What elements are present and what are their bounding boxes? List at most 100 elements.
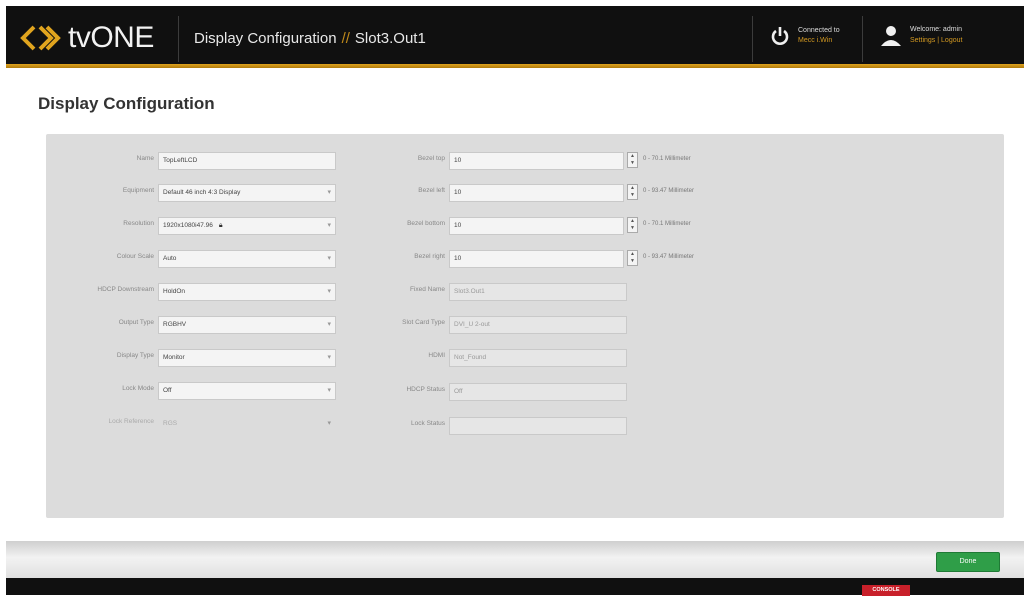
- output-type-row: Output Type RGBHV ▾: [119, 316, 336, 334]
- tvone-logo[interactable]: tvONE: [20, 18, 154, 58]
- chevron-down-icon: ▾: [327, 321, 331, 328]
- name-input[interactable]: TopLeftLCD: [158, 152, 336, 170]
- hdmi-row: HDMI Not_Found: [428, 349, 627, 367]
- colour-scale-select[interactable]: Auto ▾: [158, 250, 336, 268]
- bezel-right-stepper[interactable]: ▲ ▼: [627, 250, 638, 266]
- lock-reference-select: RGS ▾: [158, 415, 336, 433]
- connection-status[interactable]: Connected to Mecc i.Win: [770, 26, 840, 46]
- lock-reference-row: Lock Reference RGS ▾: [108, 415, 336, 433]
- bezel-right-range: 0 - 93.47 Millimeter: [643, 254, 695, 260]
- name-label: Name: [136, 155, 154, 162]
- colour-scale-value: Auto: [163, 255, 177, 262]
- lock-status-label: Lock Status: [411, 420, 445, 427]
- equipment-value: Default 46 inch 4:3 Display: [163, 189, 241, 196]
- equipment-label: Equipment: [122, 187, 154, 194]
- bezel-top-stepper[interactable]: ▲ ▼: [627, 152, 638, 168]
- bezel-left-label: Bezel left: [418, 187, 445, 194]
- configuration-form-panel: Name TopLeftLCD Equipment Default 46 inc…: [46, 134, 1004, 518]
- chevron-down-icon: ▾: [327, 288, 331, 295]
- user-icon: [881, 26, 901, 46]
- welcome-text: Welcome: admin: [910, 26, 963, 33]
- output-type-value: RGBHV: [163, 321, 187, 328]
- stepper-down-icon[interactable]: ▼: [630, 225, 635, 231]
- bezel-left-row: Bezel left 10 ▲ ▼ 0 - 93.47 Millimeter: [418, 184, 749, 202]
- lock-reference-label: Lock Reference: [108, 418, 154, 425]
- resolution-value: 1920x1080i47.96: [163, 222, 213, 229]
- hdcp-downstream-label: HDCP Downstream: [97, 286, 154, 293]
- power-icon: [771, 27, 789, 45]
- lock-mode-label: Lock Mode: [122, 385, 154, 392]
- lock-mode-row: Lock Mode Off ▾: [122, 382, 336, 400]
- bezel-bottom-stepper[interactable]: ▲ ▼: [627, 217, 638, 233]
- resolution-row: Resolution 1920x1080i47.96 🔒︎ ▾: [123, 217, 336, 235]
- stepper-down-icon[interactable]: ▼: [630, 160, 635, 166]
- stepper-down-icon[interactable]: ▼: [630, 192, 635, 198]
- chevron-down-icon: ▾: [327, 354, 331, 361]
- done-button[interactable]: Done: [936, 552, 1000, 572]
- link-separator: |: [937, 37, 940, 44]
- breadcrumb: Display Configuration//Slot3.Out1: [194, 30, 426, 47]
- name-row: Name TopLeftLCD: [137, 152, 336, 170]
- page-title: Display Configuration: [38, 94, 215, 113]
- console-button[interactable]: CONSOLE: [862, 585, 910, 596]
- display-type-select[interactable]: Monitor ▾: [158, 349, 336, 367]
- slot-card-type-label: Slot Card Type: [402, 319, 445, 326]
- settings-link[interactable]: Settings: [910, 37, 935, 44]
- fixed-name-field: Slot3.Out1: [449, 283, 627, 301]
- stepper-down-icon[interactable]: ▼: [630, 258, 635, 264]
- header-accent-line: [6, 64, 1024, 68]
- lock-mode-value: Off: [163, 387, 172, 394]
- fixed-name-label: Fixed Name: [409, 286, 445, 293]
- bezel-left-range: 0 - 93.47 Millimeter: [643, 188, 695, 194]
- footer-toolbar: [6, 541, 1024, 578]
- colour-scale-row: Colour Scale Auto ▾: [117, 250, 336, 268]
- stepper-up-icon[interactable]: ▲: [630, 251, 635, 257]
- slot-card-type-field: DVI_U 2-out: [449, 316, 627, 334]
- slot-card-type-row: Slot Card Type DVI_U 2-out: [402, 316, 627, 334]
- hdcp-downstream-value: HoldOn: [163, 288, 186, 295]
- equipment-select[interactable]: Default 46 inch 4:3 Display ▾: [158, 184, 336, 202]
- colour-scale-label: Colour Scale: [116, 253, 154, 260]
- bezel-left-input[interactable]: 10: [449, 184, 624, 202]
- connection-label: Connected to: [798, 27, 840, 34]
- bezel-top-row: Bezel top 10 ▲ ▼ 0 - 70.1 Millimeter: [418, 152, 749, 170]
- lock-mode-select[interactable]: Off ▾: [158, 382, 336, 400]
- bezel-bottom-input[interactable]: 10: [449, 217, 624, 235]
- hdcp-downstream-row: HDCP Downstream HoldOn ▾: [97, 283, 336, 301]
- breadcrumb-target: Slot3.Out1: [354, 30, 426, 47]
- user-panel: Welcome: admin Settings | Logout: [880, 24, 962, 46]
- chevron-down-icon: ▾: [327, 420, 331, 427]
- hdcp-status-label: HDCP Status: [406, 386, 445, 393]
- lock-status-row: Lock Status: [411, 417, 627, 435]
- bezel-top-input[interactable]: 10: [449, 152, 624, 170]
- bezel-bottom-range: 0 - 70.1 Millimeter: [643, 221, 691, 227]
- display-type-label: Display Type: [116, 352, 154, 359]
- stepper-up-icon[interactable]: ▲: [630, 185, 635, 191]
- hdcp-downstream-select[interactable]: HoldOn ▾: [158, 283, 336, 301]
- hdcp-status-field: Off: [449, 383, 627, 401]
- brand-name: tvONE: [68, 21, 154, 54]
- header-divider: [862, 16, 863, 62]
- equipment-row: Equipment Default 46 inch 4:3 Display ▾: [123, 184, 336, 202]
- output-type-select[interactable]: RGBHV ▾: [158, 316, 336, 334]
- chevron-down-icon: ▾: [327, 189, 331, 196]
- bezel-right-label: Bezel right: [414, 253, 445, 260]
- chevron-down-icon: ▾: [327, 255, 331, 262]
- resolution-select[interactable]: 1920x1080i47.96 🔒︎ ▾: [158, 217, 336, 235]
- fixed-name-row: Fixed Name Slot3.Out1: [410, 283, 627, 301]
- display-type-row: Display Type Monitor ▾: [117, 349, 336, 367]
- header-divider: [752, 16, 753, 62]
- hdcp-status-row: HDCP Status Off: [406, 383, 627, 401]
- stepper-up-icon[interactable]: ▲: [630, 218, 635, 224]
- breadcrumb-separator: //: [341, 30, 350, 47]
- stepper-up-icon[interactable]: ▲: [630, 153, 635, 159]
- bezel-left-stepper[interactable]: ▲ ▼: [627, 184, 638, 200]
- bezel-bottom-label: Bezel bottom: [407, 220, 445, 227]
- header-divider: [178, 16, 179, 62]
- bezel-right-input[interactable]: 10: [449, 250, 624, 268]
- resolution-label: Resolution: [123, 220, 154, 227]
- logout-link[interactable]: Logout: [941, 37, 962, 44]
- chevrons-logo-icon: [20, 25, 61, 51]
- connection-host: Mecc i.Win: [798, 37, 833, 44]
- breadcrumb-section[interactable]: Display Configuration: [194, 30, 337, 47]
